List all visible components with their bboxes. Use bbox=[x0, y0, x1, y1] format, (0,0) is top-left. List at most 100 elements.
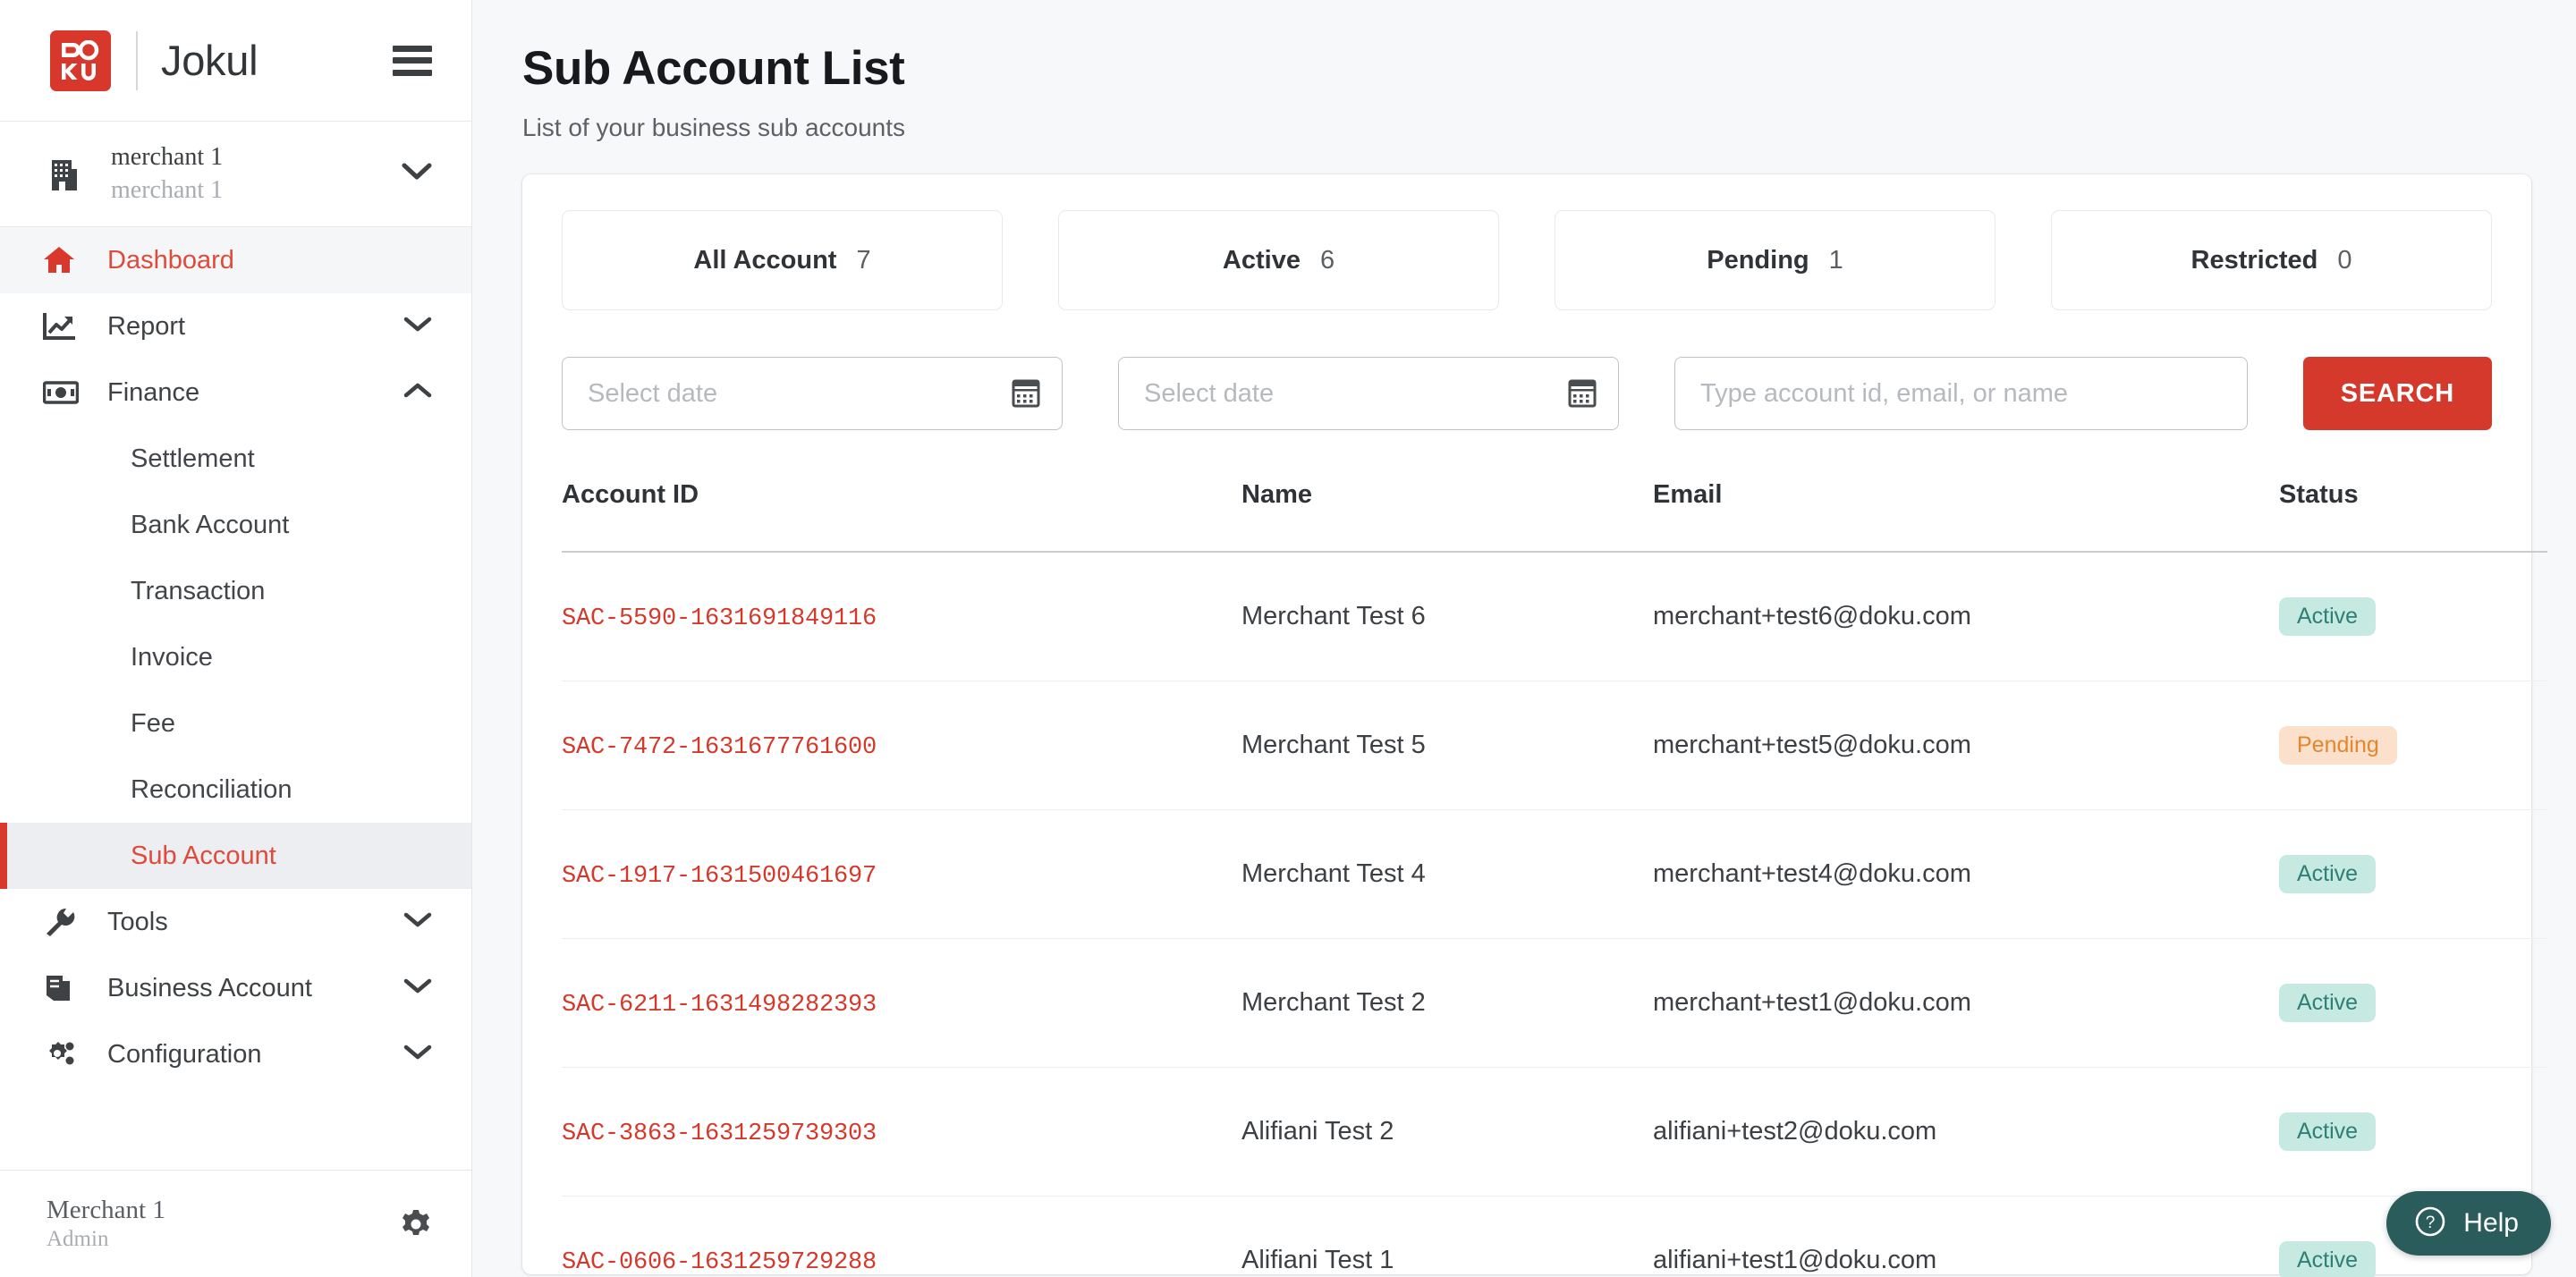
tab-label: Restricted bbox=[2190, 245, 2318, 275]
cell-name: Alifiani Test 2 bbox=[1241, 1067, 1653, 1197]
table-row[interactable]: SAC-1917-1631500461697 Merchant Test 4 m… bbox=[562, 809, 2547, 939]
merchant-name: merchant 1 bbox=[111, 143, 224, 171]
sidebar: Jokul merchant 1 merchant 1 Dashboard Re… bbox=[0, 0, 472, 1277]
building-icon bbox=[47, 156, 82, 192]
cell-name: Merchant Test 2 bbox=[1241, 938, 1653, 1068]
date-from-input[interactable]: Select date bbox=[562, 357, 1063, 430]
tab-label: All Account bbox=[693, 245, 837, 275]
page-title: Sub Account List bbox=[522, 42, 905, 95]
gear-icon[interactable] bbox=[400, 1208, 432, 1240]
cell-name: Merchant Test 5 bbox=[1241, 681, 1653, 810]
chart-line-icon bbox=[43, 311, 84, 342]
sidebar-item-configuration[interactable]: Configuration bbox=[0, 1021, 471, 1087]
home-icon bbox=[43, 245, 84, 275]
account-id-link[interactable]: SAC-5590-1631691849116 bbox=[562, 605, 877, 632]
tab-restricted[interactable]: Restricted 0 bbox=[2051, 210, 2492, 310]
cell-account-id: SAC-1917-1631500461697 bbox=[562, 809, 1241, 939]
status-badge: Pending bbox=[2279, 726, 2397, 765]
wrench-icon bbox=[43, 907, 84, 937]
chevron-down-icon[interactable] bbox=[403, 1044, 432, 1066]
sidebar-subitem-transaction[interactable]: Transaction bbox=[0, 558, 471, 624]
sidebar-subitem-label: Invoice bbox=[131, 642, 213, 672]
cell-email: merchant+test1@doku.com bbox=[1653, 938, 2279, 1068]
sidebar-subitem-bank-account[interactable]: Bank Account bbox=[0, 492, 471, 558]
date-to-placeholder: Select date bbox=[1144, 378, 1275, 408]
sidebar-subitem-reconciliation[interactable]: Reconciliation bbox=[0, 757, 471, 823]
sidebar-subitem-label: Fee bbox=[131, 708, 175, 738]
tab-count: 7 bbox=[856, 245, 871, 275]
merchant-switcher[interactable]: merchant 1 merchant 1 bbox=[0, 122, 471, 227]
search-button[interactable]: SEARCH bbox=[2302, 357, 2492, 430]
chevron-up-icon[interactable] bbox=[403, 382, 432, 404]
tab-pending[interactable]: Pending 1 bbox=[1555, 210, 1996, 310]
table-row[interactable]: SAC-3863-1631259739303 Alifiani Test 2 a… bbox=[562, 1067, 2547, 1197]
sidebar-item-finance[interactable]: Finance bbox=[0, 359, 471, 426]
cell-name: Alifiani Test 1 bbox=[1241, 1246, 1394, 1274]
brand-bar: Jokul bbox=[0, 0, 471, 122]
date-from-placeholder: Select date bbox=[588, 378, 718, 408]
sidebar-item-label: Dashboard bbox=[107, 245, 234, 275]
tab-active[interactable]: Active 6 bbox=[1058, 210, 1499, 310]
status-badge: Active bbox=[2279, 597, 2377, 636]
page-subtitle: List of your business sub accounts bbox=[522, 114, 906, 141]
sidebar-subitem-settlement[interactable]: Settlement bbox=[0, 426, 471, 492]
sidebar-nav: Dashboard Report Finance Settlement Bank… bbox=[0, 227, 471, 1170]
cell-account-id: SAC-0606-1631259729288 bbox=[562, 1197, 1241, 1277]
gears-icon bbox=[43, 1039, 84, 1070]
sidebar-item-tools[interactable]: Tools bbox=[0, 889, 471, 955]
merchant-text: merchant 1 merchant 1 bbox=[111, 143, 223, 205]
search-placeholder: Type account id, email, or name bbox=[1700, 378, 2069, 408]
status-badge: Active bbox=[2279, 1241, 2377, 1277]
filter-row: Select date Select date Type account id,… bbox=[562, 357, 2492, 430]
column-header-status: Status bbox=[2279, 480, 2547, 553]
cell-name: Merchant Test 6 bbox=[1241, 552, 1653, 681]
chevron-down-icon[interactable] bbox=[402, 162, 432, 186]
search-input[interactable]: Type account id, email, or name bbox=[1674, 357, 2248, 430]
doku-logo-icon[interactable] bbox=[50, 30, 111, 91]
user-footer: Merchant 1 Admin bbox=[0, 1170, 471, 1277]
tab-count: 1 bbox=[1828, 245, 1843, 275]
chevron-down-icon[interactable] bbox=[403, 316, 432, 338]
table-row[interactable]: SAC-0606-1631259729288 Alifiani Test 1 a… bbox=[562, 1197, 2547, 1277]
account-id-link[interactable]: SAC-0606-1631259729288 bbox=[562, 1249, 877, 1276]
calendar-icon[interactable] bbox=[1568, 378, 1597, 409]
sub-account-card: All Account 7 Active 6 Pending 1 Restric… bbox=[522, 174, 2547, 1277]
logo-divider bbox=[136, 30, 138, 90]
cell-email: merchant+test4@doku.com bbox=[1653, 809, 2279, 939]
sidebar-subitem-label: Bank Account bbox=[131, 510, 290, 539]
sidebar-subitem-sub-account[interactable]: Sub Account bbox=[0, 823, 471, 889]
table-row[interactable]: SAC-5590-1631691849116 Merchant Test 6 m… bbox=[562, 552, 2547, 681]
account-id-link[interactable]: SAC-3863-1631259739303 bbox=[562, 1121, 877, 1147]
sidebar-subitem-label: Transaction bbox=[131, 576, 266, 605]
tab-all-account[interactable]: All Account 7 bbox=[562, 210, 1003, 310]
cell-status: Active bbox=[2279, 809, 2547, 939]
cell-account-id: SAC-6211-1631498282393 bbox=[562, 938, 1241, 1068]
main-content: Sub Account List List of your business s… bbox=[472, 0, 2576, 1277]
status-tabs: All Account 7 Active 6 Pending 1 Restric… bbox=[562, 210, 2492, 310]
app-root: Jokul merchant 1 merchant 1 Dashboard Re… bbox=[0, 0, 2576, 1277]
help-widget-label: Help bbox=[2463, 1208, 2519, 1238]
tab-count: 0 bbox=[2337, 245, 2352, 275]
brand-name: Jokul bbox=[161, 37, 258, 84]
account-id-link[interactable]: SAC-6211-1631498282393 bbox=[562, 992, 877, 1019]
chevron-down-icon[interactable] bbox=[403, 911, 432, 934]
sidebar-item-dashboard[interactable]: Dashboard bbox=[0, 227, 471, 293]
sidebar-subitem-label: Reconciliation bbox=[131, 774, 292, 804]
sidebar-item-business-account[interactable]: Business Account bbox=[0, 955, 471, 1021]
sidebar-subitem-invoice[interactable]: Invoice bbox=[0, 624, 471, 690]
help-widget-button[interactable]: ? Help bbox=[2386, 1191, 2551, 1256]
cell-email: merchant+test6@doku.com bbox=[1653, 552, 2279, 681]
account-id-link[interactable]: SAC-1917-1631500461697 bbox=[562, 863, 877, 890]
sidebar-item-report[interactable]: Report bbox=[0, 293, 471, 359]
sidebar-item-label: Configuration bbox=[107, 1039, 262, 1069]
table-row[interactable]: SAC-6211-1631498282393 Merchant Test 2 m… bbox=[562, 938, 2547, 1068]
cell-email: merchant+test5@doku.com bbox=[1653, 681, 2279, 810]
chevron-down-icon[interactable] bbox=[403, 977, 432, 1000]
date-to-input[interactable]: Select date bbox=[1118, 357, 1619, 430]
calendar-icon[interactable] bbox=[1012, 378, 1040, 409]
account-id-link[interactable]: SAC-7472-1631677761600 bbox=[562, 734, 877, 761]
sidebar-subitem-fee[interactable]: Fee bbox=[0, 690, 471, 757]
cell-email: alifiani+test2@doku.com bbox=[1653, 1067, 2279, 1197]
table-row[interactable]: SAC-7472-1631677761600 Merchant Test 5 m… bbox=[562, 681, 2547, 810]
hamburger-icon[interactable] bbox=[393, 45, 432, 76]
